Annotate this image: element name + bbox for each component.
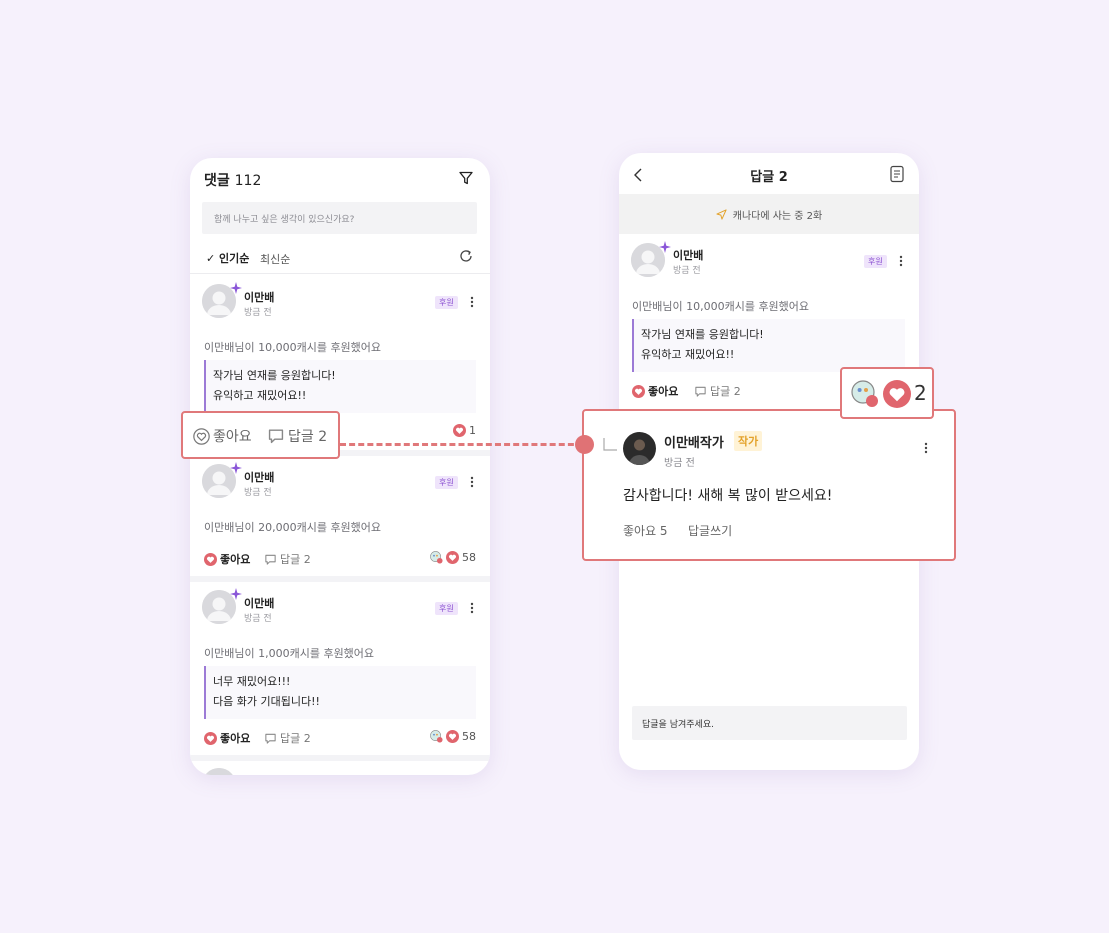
kebab-icon[interactable] — [467, 295, 477, 309]
heart-icon — [446, 730, 459, 743]
heart-icon — [204, 553, 217, 566]
reply-text: 감사합니다! 새해 복 많이 받으세요! — [623, 488, 833, 504]
kebab-icon[interactable] — [467, 475, 477, 489]
heart-icon — [453, 424, 466, 437]
reply-button[interactable]: 답글 2 — [264, 730, 311, 746]
reply-button[interactable]: 답글 2 — [694, 383, 741, 399]
like-count[interactable]: 1 — [453, 424, 476, 437]
episode-banner[interactable]: 캐나다에 사는 중 2화 — [619, 194, 919, 234]
page-title: 답글 2 — [750, 170, 788, 185]
timestamp: 방금 전 — [244, 614, 272, 624]
sponsor-badge: 후원 — [435, 602, 458, 615]
reply-button[interactable]: 답글 2 — [264, 551, 311, 567]
like-button[interactable]: 좋아요 — [204, 551, 250, 567]
kebab-icon[interactable] — [467, 601, 477, 615]
sticker-icon — [851, 380, 879, 408]
username[interactable]: 이만배 — [244, 289, 274, 305]
like-button[interactable]: 좋아요 — [632, 383, 678, 399]
sparkle-icon — [230, 282, 242, 294]
author-name[interactable]: 이만배작가 — [664, 432, 724, 451]
refresh-icon[interactable] — [458, 248, 474, 264]
connector-line — [340, 443, 583, 446]
avatar[interactable] — [202, 768, 236, 775]
comment-line: 너무 재밌어요!!! — [213, 675, 291, 688]
comments-title: 댓글 112 — [204, 173, 262, 189]
heart-icon — [883, 380, 911, 408]
reply-button[interactable]: 답글 2 — [267, 426, 327, 446]
like-count: 2 — [914, 381, 927, 405]
like-button[interactable]: 좋아요 — [204, 730, 250, 746]
sparkle-icon — [230, 588, 242, 600]
comment-line: 작가님 연재를 응원합니다! — [213, 369, 336, 382]
comment-body: 작가님 연재를 응원합니다! 유익하고 재밌어요!! — [204, 360, 476, 413]
actions-callout: 좋아요 답글 2 — [181, 411, 340, 459]
sparkle-icon — [659, 241, 671, 253]
sparkle-icon — [230, 462, 242, 474]
timestamp: 방금 전 — [664, 458, 695, 469]
comment-line: 유익하고 재밌어요!! — [213, 389, 307, 402]
comment-list-screen: 댓글 112 함께 나누고 싶은 생각이 있으신가요? ✓ 인기순 최신순 이만… — [190, 158, 490, 775]
like-button[interactable]: 좋아요 — [193, 426, 252, 446]
comment-line: 다음 화가 기대됩니다!! — [213, 695, 320, 708]
username[interactable]: 이만배 — [244, 469, 274, 485]
comment-item: 이만배 방금 전 후원 이만배님이 20,000캐시를 후원했어요 좋아요 답글… — [190, 456, 490, 576]
heart-outline-icon — [193, 428, 210, 445]
comment-body: 작가님 연재를 응원합니다! 유익하고 재밌어요!! — [632, 319, 905, 372]
likes-callout: 2 — [840, 367, 934, 419]
heart-icon — [446, 551, 459, 564]
reply-input[interactable]: 답글을 남겨주세요. — [632, 706, 907, 740]
comment-line: 유익하고 재밌어요!! — [641, 348, 735, 361]
reply-indent-icon — [603, 438, 617, 451]
author-badge: 작가 — [734, 431, 763, 451]
donation-text: 이만배님이 1,000캐시를 후원했어요 — [204, 647, 375, 660]
episode-label: 캐나다에 사는 중 2화 — [732, 210, 823, 222]
send-icon — [716, 208, 727, 220]
donation-text: 이만배님이 20,000캐시를 후원했어요 — [204, 521, 382, 534]
speech-bubble-icon — [264, 553, 277, 566]
sticker-icon — [430, 730, 443, 743]
comment-input[interactable]: 함께 나누고 싶은 생각이 있으신가요? — [202, 202, 477, 234]
like-count[interactable]: 58 — [430, 551, 476, 564]
comment-body: 너무 재밌어요!!! 다음 화가 기대됩니다!! — [204, 666, 476, 719]
document-icon[interactable] — [889, 165, 905, 183]
timestamp: 방금 전 — [244, 308, 272, 318]
donation-text: 이만배님이 10,000캐시를 후원했어요 — [632, 300, 810, 313]
author-avatar[interactable] — [623, 432, 656, 465]
sticker-icon — [430, 551, 443, 564]
heart-icon — [204, 732, 217, 745]
sponsor-badge: 후원 — [435, 476, 458, 489]
sponsor-badge: 후원 — [864, 255, 887, 268]
like-button[interactable]: 좋아요 5 — [623, 522, 668, 539]
speech-bubble-icon — [264, 732, 277, 745]
username[interactable]: 이만배 — [673, 247, 703, 263]
speech-bubble-icon — [267, 427, 285, 445]
comment-item: 이만배 방금 전 후원 이만배님이 1,000캐시를 후원했어요 너무 재밌어요… — [190, 582, 490, 754]
comment-line: 작가님 연재를 응원합니다! — [641, 328, 764, 341]
kebab-icon[interactable] — [921, 441, 931, 455]
username[interactable]: 이만배 — [244, 595, 274, 611]
write-reply-button[interactable]: 답글쓰기 — [688, 522, 732, 539]
sort-popular-tab[interactable]: ✓ 인기순 — [206, 250, 249, 266]
author-reply-callout: 이만배작가 작가 방금 전 감사합니다! 새해 복 많이 받으세요! 좋아요 5… — [582, 409, 956, 561]
donation-text: 이만배님이 10,000캐시를 후원했어요 — [204, 341, 382, 354]
speech-bubble-icon — [694, 385, 707, 398]
heart-icon — [632, 385, 645, 398]
sponsor-badge: 후원 — [435, 296, 458, 309]
timestamp: 방금 전 — [244, 488, 272, 498]
kebab-icon[interactable] — [896, 254, 906, 268]
divider — [190, 755, 490, 761]
connector-dot — [575, 435, 594, 454]
like-count[interactable]: 58 — [430, 730, 476, 743]
sort-latest-tab[interactable]: 최신순 — [260, 251, 290, 267]
timestamp: 방금 전 — [673, 266, 701, 276]
filter-icon[interactable] — [458, 170, 474, 186]
